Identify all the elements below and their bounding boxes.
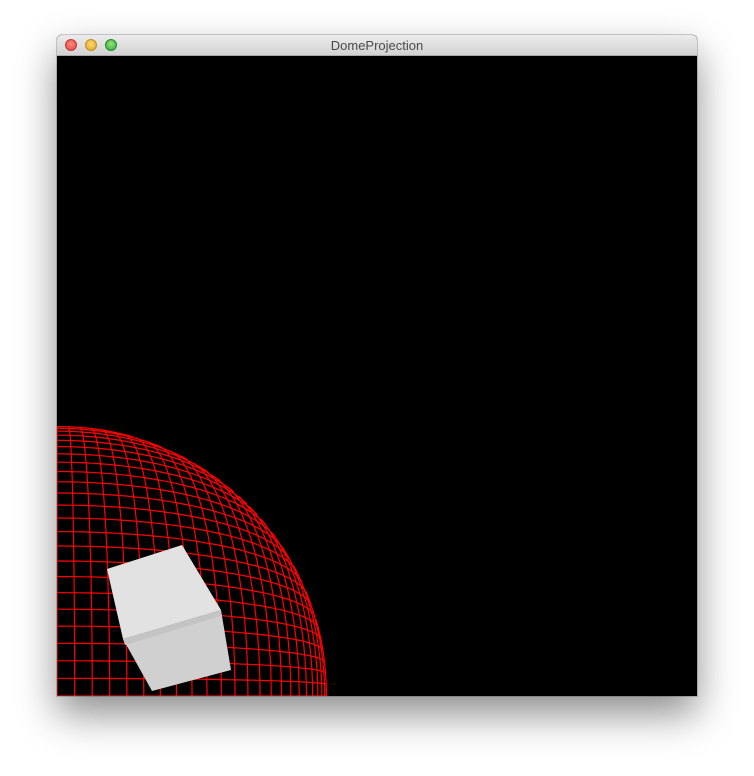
dome-scene [57, 56, 697, 696]
title-bar[interactable]: DomeProjection [57, 35, 697, 56]
app-window: DomeProjection [57, 35, 697, 696]
window-title: DomeProjection [330, 38, 424, 53]
render-canvas[interactable] [57, 56, 697, 696]
